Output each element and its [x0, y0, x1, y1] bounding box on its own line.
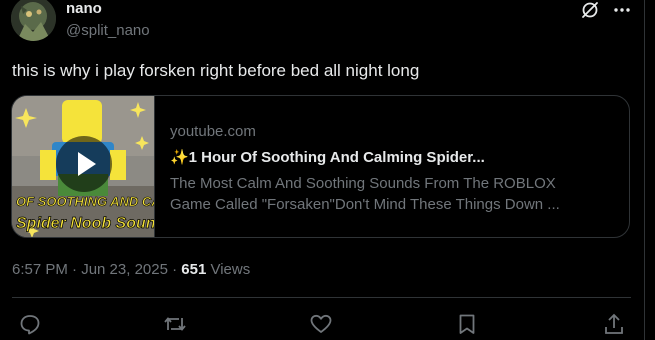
play-icon[interactable]	[56, 136, 112, 192]
reply-icon[interactable]	[19, 313, 41, 335]
bookmark-icon[interactable]	[456, 313, 478, 335]
retweet-icon[interactable]	[164, 313, 186, 335]
card-description-line: The Most Calm And Soothing Sounds From T…	[170, 175, 556, 192]
grok-icon[interactable]	[580, 0, 600, 20]
heart-icon[interactable]	[310, 313, 332, 335]
video-thumbnail[interactable]: OF SOOTHING AND CA Spider Noob Sounds	[12, 96, 155, 237]
avatar[interactable]	[11, 0, 56, 41]
divider	[12, 297, 631, 298]
column-border	[644, 0, 645, 340]
handle[interactable]: @split_nano	[66, 22, 150, 39]
thumbnail-caption-2: Spider Noob Sounds	[16, 215, 155, 232]
more-icon[interactable]	[612, 0, 632, 20]
card-description: The Most Calm And Soothing Sounds From T…	[170, 173, 610, 215]
card-title[interactable]: ✨1 Hour Of Soothing And Calming Spider..…	[170, 148, 485, 166]
display-name[interactable]: nano	[66, 0, 102, 17]
avatar-image	[11, 0, 56, 41]
thumbnail-caption-1: OF SOOTHING AND CA	[16, 194, 155, 209]
views-count: 651	[181, 261, 207, 278]
card-description-line: Game Called "Forsaken"Don't Mind These T…	[170, 196, 560, 213]
timestamp[interactable]: 6:57 PM · Jun 23, 2025 ·	[12, 261, 181, 278]
card-domain: youtube.com	[170, 123, 256, 140]
link-card[interactable]: OF SOOTHING AND CA Spider Noob Sounds yo…	[11, 95, 630, 238]
views-label: Views	[206, 261, 251, 278]
tweet: nano @split_nano this is why i play fors…	[0, 0, 655, 340]
tweet-text: this is why i play forsken right before …	[12, 61, 420, 80]
share-icon[interactable]	[603, 313, 625, 335]
tweet-meta: 6:57 PM · Jun 23, 2025 · 651 Views	[12, 261, 250, 278]
